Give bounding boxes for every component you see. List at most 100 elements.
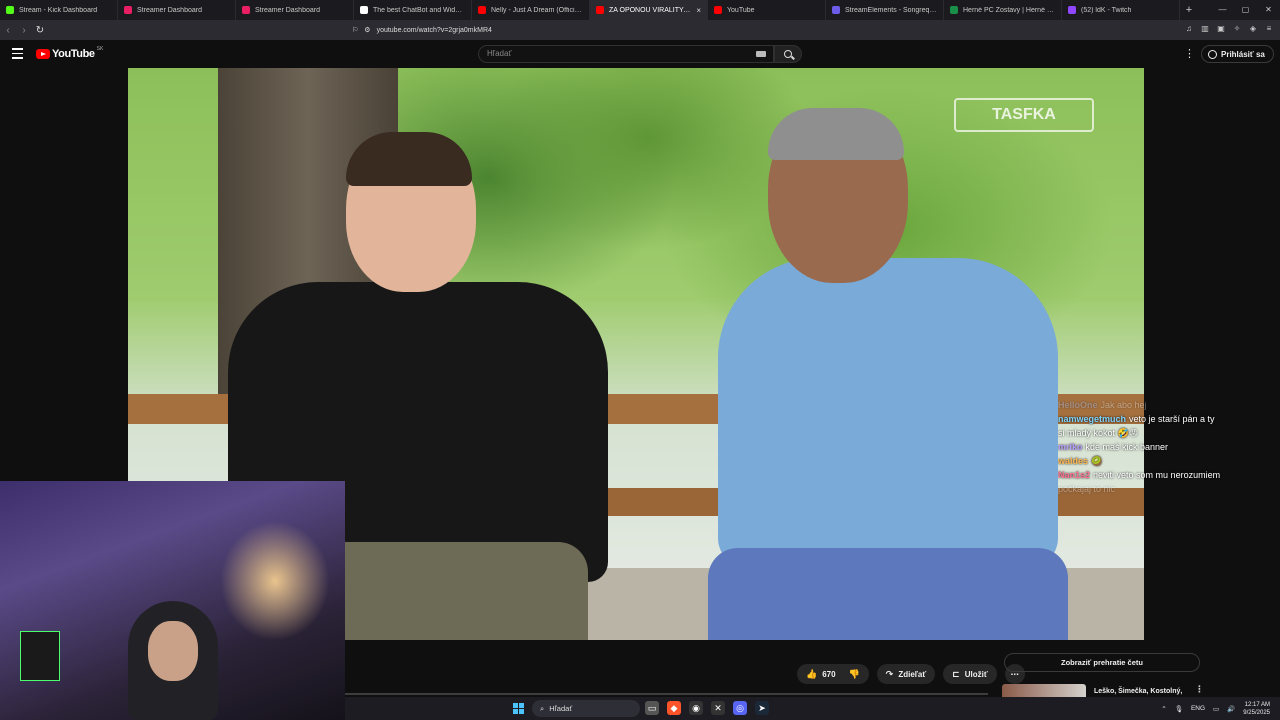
close-tab-icon[interactable]: × [696,6,701,15]
vpn-icon[interactable]: ◈ [1248,22,1258,36]
guide-menu-icon[interactable] [12,48,23,59]
capcut-icon[interactable]: ✕ [711,701,725,715]
chat-text: veto je starší pán a ty [1129,414,1215,424]
url-text[interactable]: youtube.com/watch?v=2grja0mkMR4 [377,27,492,34]
obs-icon[interactable]: ◉ [689,701,703,715]
tray-chevron-icon[interactable]: ⌃ [1161,705,1166,713]
minimize-icon[interactable]: — [1211,0,1234,20]
taskbar-search-icon: ⌕ [540,703,545,713]
music-icon[interactable]: ♫ [1184,22,1194,36]
tab-title: Nelly - Just A Dream (Official Musi [491,6,583,14]
tab-favicon-icon [242,6,250,14]
share-button[interactable]: ↷ Zdieľať [876,664,936,684]
task-view-icon[interactable]: ▭ [645,701,659,715]
volume-icon[interactable]: 🔊 [1227,705,1235,713]
address-bar[interactable]: ⚐ ⚙ youtube.com/watch?v=2grja0mkMR4 [352,22,912,38]
tab-title: The best ChatBot and Widgets fo [373,6,465,14]
browser-tab[interactable]: StreamElements - Songrequest [826,0,944,20]
back-icon[interactable]: ‹ [0,25,16,36]
brave-browser-icon[interactable]: ◆ [667,701,681,715]
recommendation-title[interactable]: Leško, Šimečka, Kostolný, [1094,688,1182,695]
chat-text: neviti veto som mu nerozumiem [1093,470,1221,480]
settings-kebab-icon[interactable]: ⋮ [1184,47,1195,60]
show-chat-replay-button[interactable]: Zobraziť prehratie četu [1004,653,1200,672]
search-input[interactable]: Hľadať [478,45,774,63]
microphone-icon[interactable]: 🎙 [1175,705,1183,713]
chat-text: 🥝 [1091,456,1103,466]
sidebar-icon[interactable]: ▥ [1200,22,1210,36]
browser-tab[interactable]: ZA OPONOU VIRALITY: VI.. × [590,0,708,20]
input-language[interactable]: ENG [1191,705,1205,712]
clock[interactable]: 12:17 AM 9/25/2025 [1243,701,1270,717]
browser-tab-strip: Stream - Kick Dashboard Streamer Dashboar… [0,0,1280,20]
sign-in-label: Prihlásiť sa [1221,49,1265,59]
thumbs-down-icon[interactable]: 👎 [849,669,860,680]
tab-title: Stream - Kick Dashboard [19,6,98,14]
browser-tab[interactable]: Streamer Dashboard [118,0,236,20]
chat-username: waldes [1058,456,1089,466]
streamer-face [148,621,198,681]
browser-tab[interactable]: Streamer Dashboard [236,0,354,20]
video-progress-bar[interactable] [345,693,988,695]
taskbar-apps: ▭ ◆ ◉ ✕ ◎ ➤ [645,701,769,715]
tab-title: Herné PC Zostavy | Herné počítač [963,6,1055,14]
chat-text: kde maš kick banner [1085,442,1169,452]
bookmark-save-icon: ⊏ [952,668,960,679]
browser-tab[interactable]: Nelly - Just A Dream (Official Musi [472,0,590,20]
browser-tab[interactable]: Stream - Kick Dashboard [0,0,118,20]
browser-toolbar: ‹ › ↻ ⚐ ⚙ youtube.com/watch?v=2grja0mkMR… [0,20,1280,40]
recommendation-thumbnail[interactable] [1002,684,1086,698]
tab-favicon-icon [832,6,840,14]
network-icon[interactable]: ▭ [1213,705,1219,713]
chat-message: si mladý kokot 🤣😡 [1058,426,1258,440]
chat-message: waldes 🥝 [1058,454,1258,468]
taskbar-search[interactable]: ⌕ Hľadať [532,700,640,717]
chat-message: počkajaj to nic [1058,482,1258,496]
lamp-glow [220,521,330,641]
save-button[interactable]: ⊏ Uložiť [943,664,997,684]
pc-case [20,631,60,681]
chat-username: namwegetmuch [1058,414,1127,424]
tab-favicon-icon [1068,6,1076,14]
chat-message: mriko kde maš kick banner [1058,440,1258,454]
forward-icon[interactable]: › [16,25,32,36]
windows-taskbar: ⌕ Hľadať ▭ ◆ ◉ ✕ ◎ ➤ ⌃ 🎙 ENG ▭ 🔊 12:17 A… [345,697,1280,720]
browser-tab[interactable]: YouTube [708,0,826,20]
tab-title: StreamElements - Songrequest [845,6,937,14]
tab-favicon-icon [6,6,14,14]
keyboard-icon[interactable] [756,51,766,57]
site-info-icon[interactable]: ⚙ [364,26,370,34]
chat-username: Nan1s2 [1058,470,1091,480]
clock-date: 9/25/2025 [1243,709,1270,716]
new-tab-button[interactable]: + [1180,4,1198,16]
reload-icon[interactable]: ↻ [32,25,48,36]
discord-icon[interactable]: ◎ [733,701,747,715]
browser-tab[interactable]: The best ChatBot and Widgets fo [354,0,472,20]
hamburger-icon[interactable]: ≡ [1264,22,1274,36]
recommendation-menu-icon[interactable]: ⋮ [1195,684,1204,695]
thumbs-up-icon: 👍 [806,668,818,679]
tab-favicon-icon [360,6,368,14]
puzzle-icon[interactable]: ✧ [1232,22,1242,36]
close-window-icon[interactable]: ✕ [1257,0,1280,20]
sign-in-button[interactable]: Prihlásiť sa [1201,45,1274,63]
browser-tab[interactable]: Herné PC Zostavy | Herné počítač [944,0,1062,20]
interviewee [708,108,1078,640]
taskbar-search-label: Hľadať [549,704,573,713]
browser-tab[interactable]: (52) ldK - Twitch [1062,0,1180,20]
youtube-wordmark: YouTube [52,48,95,60]
youtube-logo[interactable]: YouTube SK [36,46,103,60]
steam-icon[interactable]: ➤ [755,701,769,715]
like-button[interactable]: 👍 670 👎 [797,664,869,684]
wallet-icon[interactable]: ▣ [1216,22,1226,36]
share-label: Zdieľať [898,669,927,679]
chat-text: Jak abo hej [1100,400,1147,410]
bookmark-icon[interactable]: ⚐ [352,26,358,34]
channel-watermark: TASFKA [954,98,1094,132]
maximize-icon[interactable]: ▢ [1234,0,1257,20]
tab-title: (52) ldK - Twitch [1081,6,1132,14]
stream-chat-overlay: HelloOne Jak abo hej namwegetmuch veto je s… [1058,398,1258,496]
start-menu-icon[interactable] [513,703,524,714]
search-button[interactable] [774,45,802,63]
recommendation-item[interactable]: Leško, Šimečka, Kostolný, ⋮ [1002,684,1212,698]
